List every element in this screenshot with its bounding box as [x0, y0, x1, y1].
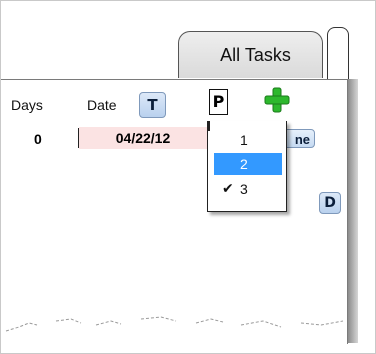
- option-label: 2: [240, 156, 248, 172]
- d-button[interactable]: D: [319, 192, 341, 214]
- priority-option-1[interactable]: 1: [214, 129, 282, 151]
- priority-dropdown: 1 2 ✔ 3: [207, 121, 287, 212]
- add-task-button[interactable]: [264, 87, 290, 113]
- tab-all-tasks[interactable]: All Tasks: [178, 31, 323, 78]
- column-header-date: Date: [87, 97, 117, 113]
- task-window: All Tasks Days Date T P 0 04/22/12 ne D …: [0, 0, 376, 354]
- tab-label: All Tasks: [220, 44, 291, 65]
- priority-option-2[interactable]: 2: [214, 153, 282, 175]
- t-button[interactable]: T: [139, 92, 166, 118]
- option-label: 3: [240, 181, 248, 197]
- column-header-days: Days: [11, 97, 43, 113]
- days-value: 0: [34, 131, 42, 147]
- dropdown-edge: [208, 121, 210, 131]
- priority-option-3[interactable]: ✔ 3: [214, 178, 282, 200]
- option-label: 1: [240, 132, 248, 148]
- priority-button[interactable]: P: [209, 89, 228, 115]
- plus-icon: [264, 87, 290, 113]
- date-value[interactable]: 04/22/12: [79, 127, 207, 149]
- panel-shadow: [348, 79, 358, 343]
- torn-edge-decoration: [5, 316, 344, 332]
- check-icon: ✔: [222, 181, 234, 197]
